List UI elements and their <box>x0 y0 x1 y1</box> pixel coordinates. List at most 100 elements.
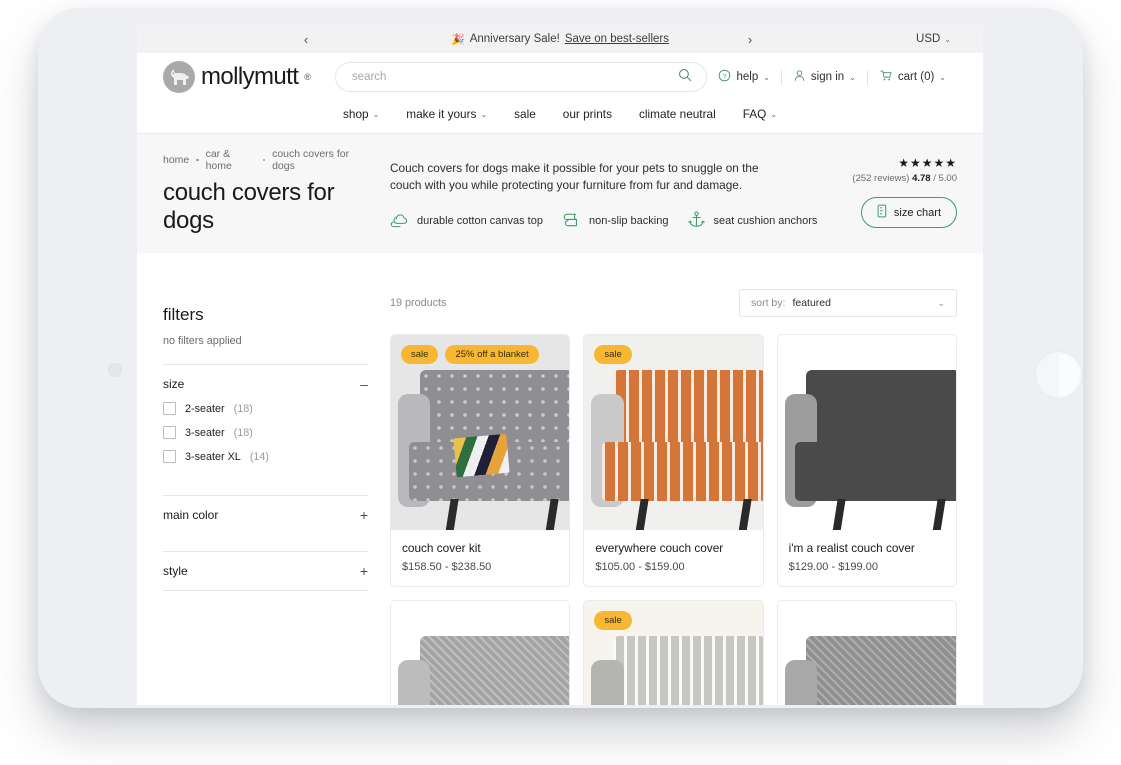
product-info: everywhere couch cover $105.00 - $159.00 <box>584 530 762 586</box>
filter-group-size-header[interactable]: size – <box>163 377 368 391</box>
filter-group-style: style + <box>163 551 368 591</box>
announcement-next-icon[interactable]: › <box>739 28 761 50</box>
nav-item-sale[interactable]: sale <box>514 107 536 121</box>
mat-roll-icon <box>562 212 582 231</box>
help-label: help <box>736 71 758 83</box>
rating-block: ★★★★★ (252 reviews) 4.78 / 5.00 size cha… <box>847 148 957 235</box>
checkbox[interactable] <box>163 450 176 463</box>
svg-text:?: ? <box>723 73 727 80</box>
breadcrumb-separator <box>196 159 198 162</box>
currency-selector[interactable]: USD ⌄ <box>916 33 951 45</box>
product-info: i'm a realist couch cover $129.00 - $199… <box>778 530 956 586</box>
expand-icon[interactable]: + <box>360 510 368 520</box>
filter-option-3-seater[interactable]: 3-seater (18) <box>163 426 368 439</box>
collapse-icon[interactable]: – <box>360 379 368 389</box>
search-input[interactable] <box>350 70 679 84</box>
cart-label: cart (0) <box>898 71 934 83</box>
category-hero: home car & home couch covers for dogs co… <box>137 134 983 253</box>
review-count: (252 reviews) <box>852 173 909 184</box>
filter-option-label: 2-seater <box>185 403 225 415</box>
product-card[interactable]: sale <box>583 600 763 705</box>
anchor-icon <box>687 211 706 231</box>
product-card[interactable] <box>390 600 570 705</box>
badge-sale: sale <box>401 345 438 364</box>
checkbox[interactable] <box>163 402 176 415</box>
filters-title: filters <box>163 305 368 325</box>
search-bar[interactable] <box>335 62 708 92</box>
product-card[interactable] <box>777 600 957 705</box>
rating-value: 4.78 <box>912 173 931 184</box>
filter-option-3-seater-xl[interactable]: 3-seater XL (14) <box>163 450 368 463</box>
header-actions: ? help ⌄ sign in ⌄ <box>707 69 957 85</box>
couch-illustration <box>778 335 956 530</box>
product-count: 19 products <box>390 297 446 309</box>
feature-label: non-slip backing <box>589 215 669 227</box>
catalog-body: filters no filters applied size – 2-seat… <box>137 253 983 705</box>
filter-group-style-header[interactable]: style + <box>163 564 368 578</box>
page-title: couch covers for dogs <box>163 179 368 235</box>
feature-label: durable cotton canvas top <box>417 215 543 227</box>
filter-group-main-color-header[interactable]: main color + <box>163 508 368 522</box>
dog-logo-icon <box>163 61 195 93</box>
brand-name: mollymutt <box>201 63 298 91</box>
badge-group: sale 25% off a blanket <box>401 345 539 364</box>
catalog-toolbar: 19 products sort by: featured ⌄ <box>390 289 957 317</box>
browser-viewport: ‹ 🎉 Anniversary Sale! Save on best-selle… <box>137 25 983 705</box>
announcement-link[interactable]: Save on best-sellers <box>565 33 669 45</box>
announcement-prev-icon[interactable]: ‹ <box>295 28 317 50</box>
checkbox[interactable] <box>163 426 176 439</box>
chevron-down-icon: ⌄ <box>937 298 945 309</box>
chevron-down-icon: ⌄ <box>480 110 487 119</box>
nav-item-climate-neutral[interactable]: climate neutral <box>639 107 716 121</box>
feature-durable-cotton-canvas-top: durable cotton canvas top <box>390 212 543 231</box>
front-camera-dot <box>108 363 122 377</box>
product-card[interactable]: sale 25% off a blanket <box>390 334 570 587</box>
breadcrumb-home[interactable]: home <box>163 154 189 166</box>
feature-seat-cushion-anchors: seat cushion anchors <box>687 211 817 231</box>
nav-item-make-it-yours[interactable]: make it yours ⌄ <box>406 107 487 121</box>
badge-promo: 25% off a blanket <box>445 345 538 364</box>
search-icon[interactable] <box>678 68 692 87</box>
filter-option-label: 3-seater XL <box>185 451 241 463</box>
product-card[interactable]: i'm a realist couch cover $129.00 - $199… <box>777 334 957 587</box>
product-grid-area: 19 products sort by: featured ⌄ <box>368 253 957 705</box>
nav-label: climate neutral <box>639 107 716 121</box>
size-chart-button[interactable]: size chart <box>861 197 957 228</box>
nav-label: FAQ <box>743 107 767 121</box>
breadcrumb-car-and-home[interactable]: car & home <box>206 148 256 172</box>
tablet-device-frame: ‹ 🎉 Anniversary Sale! Save on best-selle… <box>38 8 1083 708</box>
cart-icon <box>879 69 893 85</box>
filter-group-main-color: main color + <box>163 495 368 534</box>
chevron-down-icon: ⌄ <box>849 73 856 82</box>
screenshot-root: ‹ 🎉 Anniversary Sale! Save on best-selle… <box>0 0 1121 765</box>
nav-label: make it yours <box>406 107 476 121</box>
badge-group: sale <box>594 611 631 630</box>
nav-item-faq[interactable]: FAQ ⌄ <box>743 107 777 121</box>
product-card[interactable]: sale eve <box>583 334 763 587</box>
sort-select[interactable]: sort by: featured ⌄ <box>739 289 957 317</box>
logo[interactable]: mollymutt ® <box>163 61 311 93</box>
category-description: Couch covers for dogs make it possible f… <box>390 160 790 194</box>
product-title: everywhere couch cover <box>595 541 751 555</box>
currency-label: USD <box>916 33 940 45</box>
expand-icon[interactable]: + <box>360 566 368 576</box>
nav-item-our-prints[interactable]: our prints <box>563 107 612 121</box>
product-price: $158.50 - $238.50 <box>402 561 558 573</box>
announcement-bar: ‹ 🎉 Anniversary Sale! Save on best-selle… <box>137 25 983 53</box>
chevron-down-icon: ⌄ <box>939 73 946 82</box>
filters-sidebar: filters no filters applied size – 2-seat… <box>163 253 368 705</box>
product-image <box>778 601 956 705</box>
filter-option-2-seater[interactable]: 2-seater (18) <box>163 402 368 415</box>
badge-sale: sale <box>594 345 631 364</box>
help-menu[interactable]: ? help ⌄ <box>707 69 780 85</box>
nav-item-shop[interactable]: shop ⌄ <box>343 107 379 121</box>
home-button[interactable] <box>1035 351 1083 399</box>
size-chart-label: size chart <box>894 207 941 219</box>
announcement-message: 🎉 Anniversary Sale! Save on best-sellers <box>137 33 983 46</box>
sign-in-menu[interactable]: sign in ⌄ <box>782 69 867 85</box>
product-info: couch cover kit $158.50 - $238.50 <box>391 530 569 586</box>
nav-label: shop <box>343 107 369 121</box>
cart-menu[interactable]: cart (0) ⌄ <box>868 69 957 85</box>
product-image <box>778 335 956 530</box>
nav-label: our prints <box>563 107 612 121</box>
